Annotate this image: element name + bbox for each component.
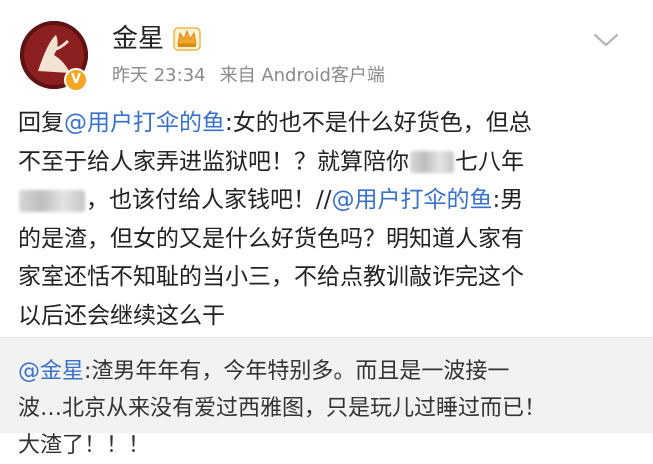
post-time: 昨天 23:34 [112, 65, 206, 86]
body-line: 的是渣，但女的又是什么好货色吗？明知道人家有 [18, 225, 524, 252]
body-text-segment: 不至于给人家弄进监狱吧！？就算陪你 [18, 148, 409, 175]
mention-link[interactable]: @金星 [18, 359, 84, 384]
comment-line: @金星:渣男年年有，今年特别多。而且是一波接一 [18, 353, 643, 390]
body-line: 家室还恬不知耻的当小三，不给点教训敲诈完这个 [18, 264, 524, 290]
post-body: 回复@用户打伞的鱼:女的也不是什么好货色，但总 不至于给人家弄进监狱吧！？就算陪… [18, 104, 638, 335]
comment-text: @金星:渣男年年有，今年特别多。而且是一波接一 波…北京从来没有爱过西雅图，只是… [18, 353, 643, 464]
blurred-text [410, 151, 454, 173]
body-text-segment: :男 [492, 187, 524, 213]
body-text-segment: :女的也不是什么好货色，但总 [225, 110, 532, 136]
mention-link[interactable]: @用户打伞的鱼 [64, 110, 225, 136]
chevron-down-icon[interactable] [592, 30, 620, 50]
comment-text-segment: :渣男年年有，今年特别多。而且是一波接一 [84, 359, 510, 384]
post-meta: 昨天 23:34 来自 Android客户端 [112, 63, 399, 89]
comment-line: 大渣了！！！ [18, 433, 151, 458]
post-source: 来自 Android客户端 [219, 65, 385, 86]
weibo-post: V 金星 昨天 23:34 来自 Android客户端 回复@用户打伞的鱼:女的也… [0, 0, 653, 458]
comment-line: 波…北京从来没有爱过西雅图，只是玩儿过睡过而已！ [18, 396, 547, 421]
blurred-text [19, 189, 85, 212]
username[interactable]: 金星 [112, 22, 164, 56]
mention-link[interactable]: @用户打伞的鱼 [332, 187, 493, 213]
reply-prefix: 回复 [18, 110, 64, 136]
body-line: ，也该付给人家钱吧！//@用户打伞的鱼:男 [18, 181, 638, 220]
verified-badge-icon: V [64, 68, 88, 92]
body-text-segment: 七八年 [455, 148, 524, 175]
body-text-segment: ，也该付给人家钱吧！// [86, 187, 332, 213]
quoted-comment[interactable]: @金星:渣男年年有，今年特别多。而且是一波接一 波…北京从来没有爱过西雅图，只是… [0, 337, 653, 458]
body-line: 不至于给人家弄进监狱吧！？就算陪你 七八年 [18, 143, 638, 182]
body-line: 以后还会继续这么干 [18, 302, 225, 329]
body-line: 回复@用户打伞的鱼:女的也不是什么好货色，但总 [18, 104, 638, 143]
crown-icon [173, 27, 201, 51]
